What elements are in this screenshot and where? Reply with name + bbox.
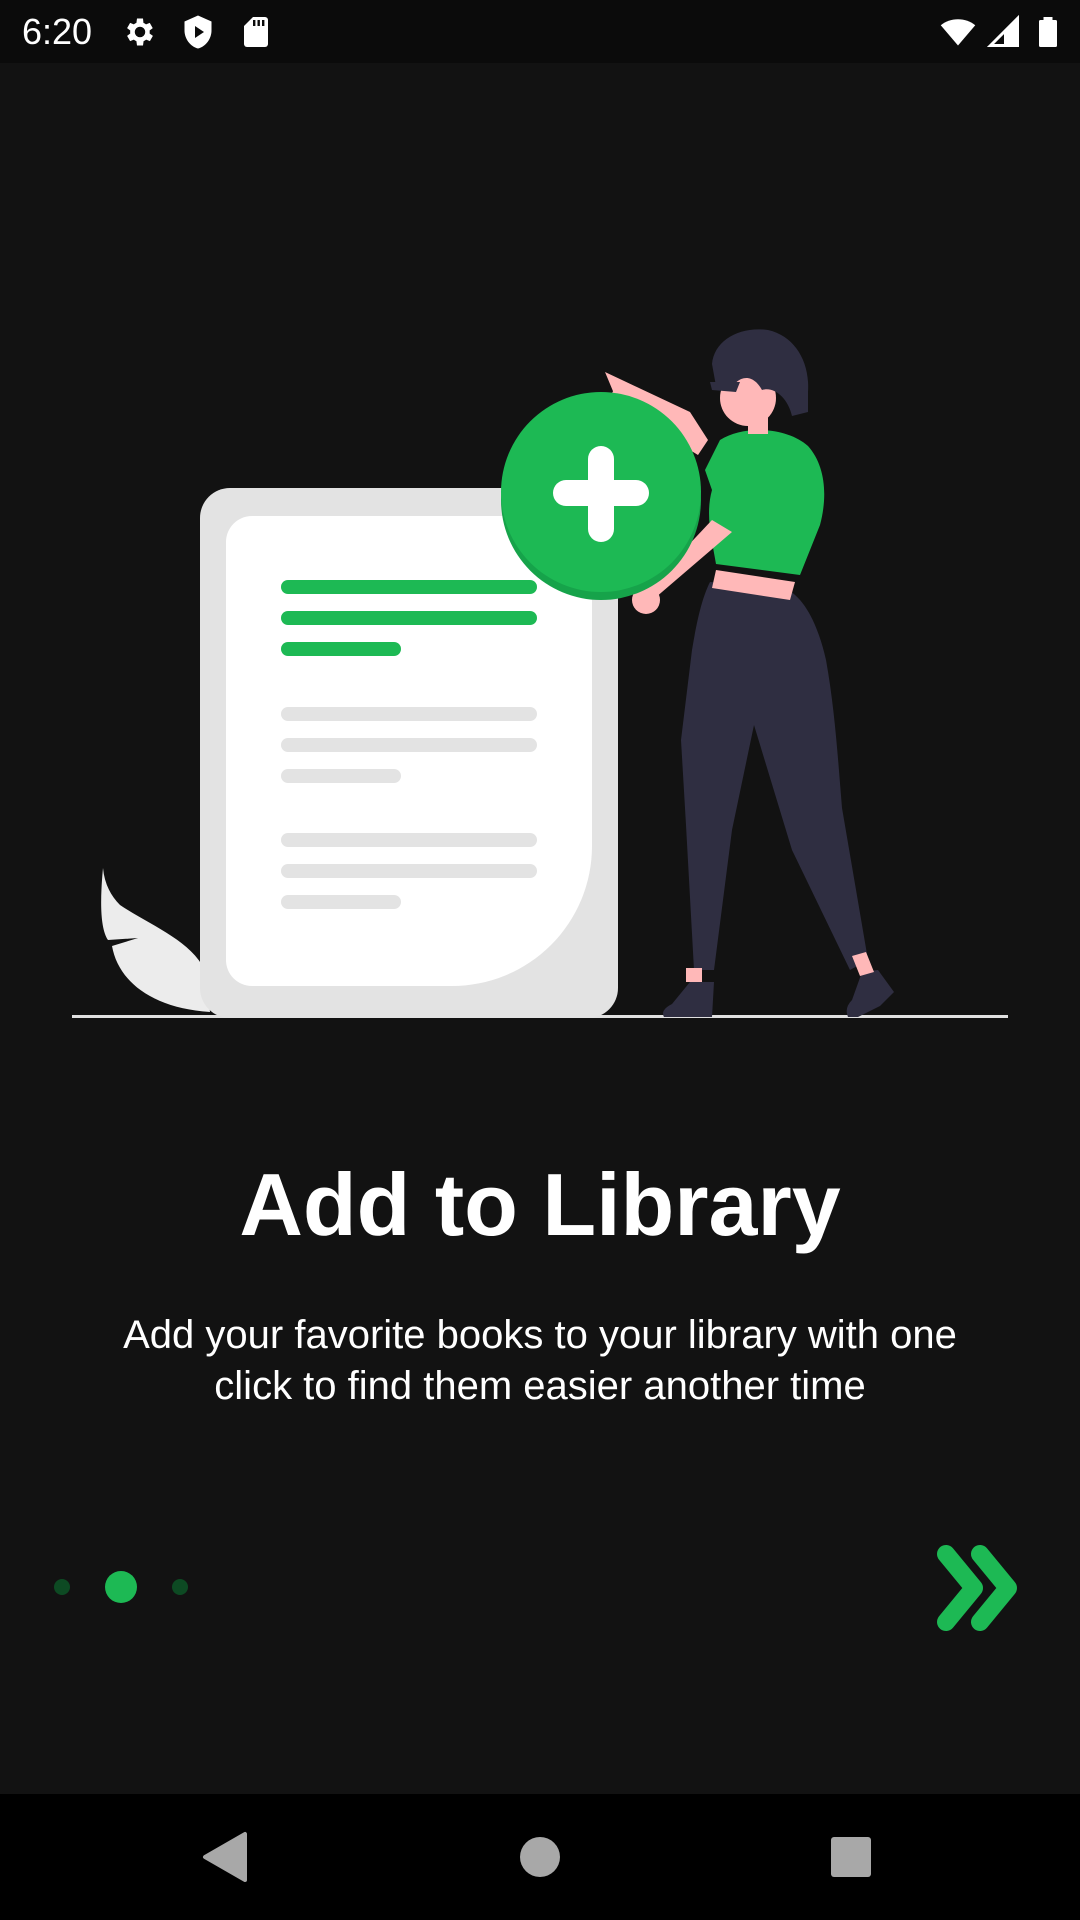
home-icon: [520, 1837, 560, 1877]
page-dot-active[interactable]: [105, 1571, 137, 1603]
page-title: Add to Library: [239, 1155, 841, 1254]
status-time: 6:20: [22, 11, 93, 52]
recents-button[interactable]: [818, 1824, 884, 1890]
status-bar: 6:20: [0, 0, 1080, 63]
home-button[interactable]: [507, 1824, 573, 1890]
leaf-shape: [101, 868, 210, 1012]
next-button[interactable]: [930, 1540, 1026, 1636]
signal-icon: [986, 14, 1019, 47]
back-button[interactable]: [193, 1824, 259, 1890]
gear-icon: [127, 18, 153, 46]
add-to-library-illustration: [72, 329, 1008, 1018]
page-description: Add your favorite books to your library …: [123, 1313, 957, 1408]
back-icon: [203, 1832, 247, 1882]
navigation-bar: [0, 1794, 1080, 1920]
page-dot[interactable]: [172, 1579, 188, 1595]
page-indicator: [0, 1556, 300, 1616]
wifi-icon: [940, 19, 976, 46]
shield-play-icon: [184, 15, 212, 49]
plus-circle-icon: [501, 392, 701, 600]
battery-icon: [1039, 17, 1057, 47]
recents-icon: [831, 1837, 871, 1877]
page-dot[interactable]: [54, 1579, 70, 1595]
onboarding-screen: 6:20 Add to Library Add your favorite bo…: [0, 0, 1080, 1920]
sd-card-icon: [244, 17, 268, 47]
double-chevron-right-icon: [937, 1545, 1017, 1631]
